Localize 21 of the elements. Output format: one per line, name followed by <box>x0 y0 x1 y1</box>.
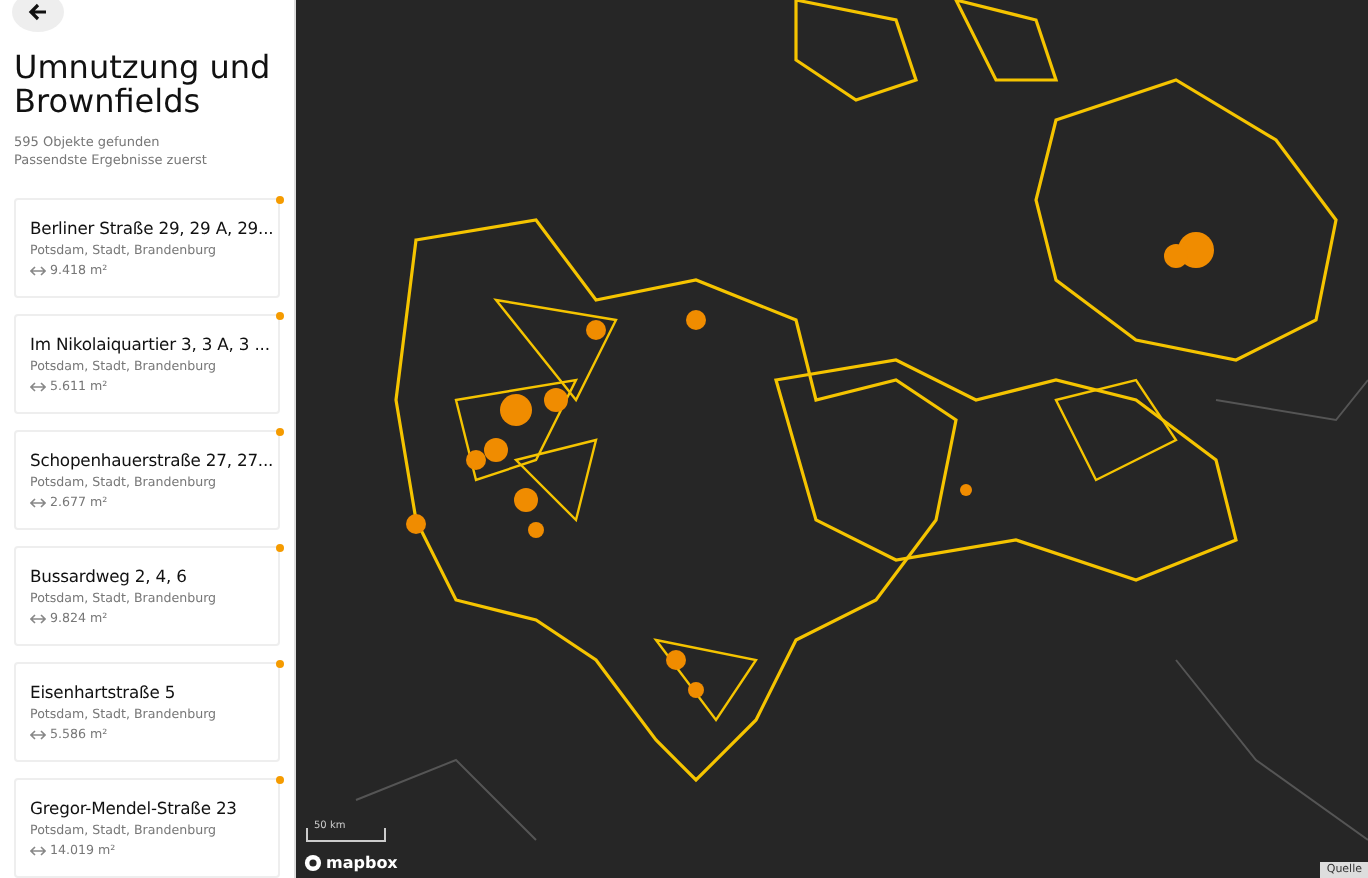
logo-icon <box>304 854 322 872</box>
page-title: Umnutzung und Brownfields <box>14 50 273 118</box>
marker-dot <box>276 312 284 320</box>
width-arrows-icon <box>30 498 46 508</box>
width-arrows-icon <box>30 846 46 856</box>
width-arrows-icon <box>30 382 46 392</box>
width-arrows-icon <box>30 614 46 624</box>
back-button[interactable] <box>12 0 64 32</box>
back-arrow-icon <box>28 2 48 22</box>
width-arrows-icon <box>30 730 46 740</box>
address: Im Nikolaiquartier 3, 3 A, 3 ... <box>30 334 264 354</box>
marker-dot <box>276 428 284 436</box>
marker-dot <box>276 660 284 668</box>
address: Eisenhartstraße 5 <box>30 682 178 702</box>
address: Gregor-Mendel-Straße 23 <box>30 798 239 818</box>
marker-dot <box>276 776 284 784</box>
width-arrows-icon <box>30 266 46 276</box>
marker-dot <box>276 544 284 552</box>
marker-dot <box>276 196 284 204</box>
logo-text[interactable]: mapbox <box>326 854 398 872</box>
address: Bussardweg 2, 4, 6 <box>30 566 189 586</box>
